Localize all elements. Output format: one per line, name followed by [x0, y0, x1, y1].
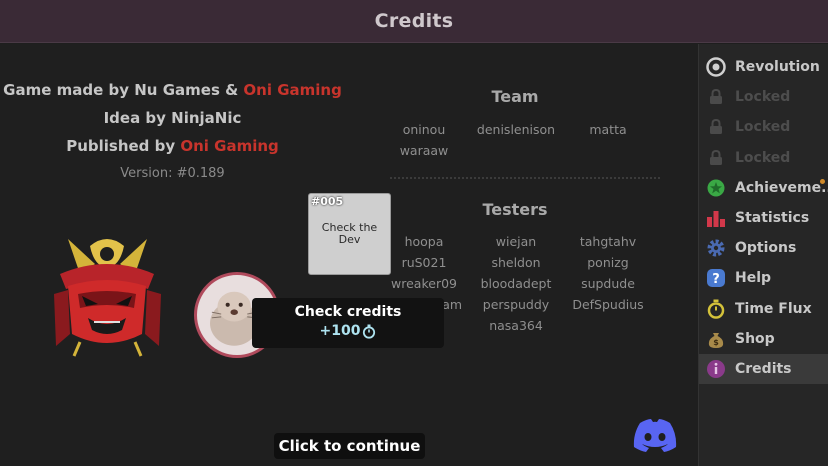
reward-amount: +100	[319, 323, 361, 339]
name-entry: sheldon	[491, 255, 541, 270]
svg-text:?: ?	[712, 272, 720, 287]
published-text: Published by	[66, 137, 181, 155]
gear-icon	[705, 237, 727, 259]
sidebar-item-options[interactable]: Options	[699, 233, 828, 263]
toast-title: Check credits	[294, 304, 402, 320]
publisher-link[interactable]: Oni Gaming	[180, 137, 278, 155]
notification-dot	[820, 178, 825, 184]
name-entry: DefSpudius	[572, 297, 644, 312]
name-entry: wreaker09	[391, 276, 457, 291]
achievement-number: #005	[311, 195, 344, 208]
sidebar-item-locked: Locked	[699, 112, 828, 142]
money-bag-icon: $	[705, 328, 727, 350]
info-icon	[705, 358, 727, 380]
name-entry: tahgtahv	[579, 234, 637, 249]
sidebar-item-shop[interactable]: $ Shop	[699, 324, 828, 354]
testers-title: Testers	[482, 200, 548, 219]
sidebar-item-label: Achieveme...	[735, 179, 828, 196]
sidebar-menu: Revolution Locked Locked Locked Achieveme...…	[699, 52, 828, 385]
top-bar: Credits	[0, 0, 828, 43]
sidebar-item-locked: Locked	[699, 82, 828, 112]
version-text: Version: #0.189	[120, 166, 225, 181]
idea-line: Idea by NinjaNic	[103, 109, 242, 127]
name-entry: nasa364	[489, 318, 543, 333]
oni-gaming-link[interactable]: Oni Gaming	[243, 81, 341, 99]
toast-reward: +100	[252, 323, 444, 339]
name-entry: supdude	[581, 276, 635, 291]
name-entry: wiejan	[495, 234, 537, 249]
name-entry: matta	[589, 122, 627, 137]
discord-icon[interactable]	[632, 417, 678, 453]
sidebar-item-achieveme[interactable]: Achieveme...	[699, 173, 828, 203]
sidebar-item-statistics[interactable]: Statistics	[699, 203, 828, 233]
name-entry: waraaw	[399, 143, 449, 158]
question-icon: ?	[705, 267, 727, 289]
samurai-helmet-icon	[54, 239, 161, 357]
sidebar-item-label: Locked	[735, 119, 791, 136]
made-by-line: Game made by Nu Games & Oni Gaming	[0, 76, 345, 104]
continue-button[interactable]: Click to continue	[274, 433, 425, 459]
name-entry: hoopa	[404, 234, 444, 249]
lock-icon	[705, 86, 727, 108]
credits-panel: Game made by Nu Games & Oni Gaming Idea …	[0, 44, 698, 466]
sidebar-item-revolution[interactable]: Revolution	[699, 52, 828, 82]
sidebar-item-time-flux[interactable]: Time Flux	[699, 294, 828, 324]
team-title: Team	[491, 87, 539, 106]
bar-chart-icon	[705, 207, 727, 229]
target-icon	[705, 56, 727, 78]
achievement-card[interactable]: #005 Check the Dev	[308, 193, 391, 275]
stopwatch-icon	[363, 324, 376, 339]
sidebar-item-label: Help	[735, 270, 772, 287]
sidebar-item-credits[interactable]: Credits	[699, 353, 828, 385]
sidebar-item-label: Shop	[735, 330, 775, 347]
team-list: oninou denislenison matta waraaw	[378, 122, 654, 158]
sidebar-item-help[interactable]: ? Help	[699, 263, 828, 293]
reward-toast: Check credits +100	[252, 298, 444, 348]
name-entry: ruS021	[401, 255, 447, 270]
achievement-text: Check the Dev	[321, 221, 378, 246]
name-entry: ponizg	[587, 255, 629, 270]
name-entry: bloodadept	[480, 276, 552, 291]
sidebar-item-label: Options	[735, 240, 797, 257]
sidebar-item-locked: Locked	[699, 143, 828, 173]
page-title: Credits	[374, 10, 454, 32]
name-entry: oninou	[402, 122, 446, 137]
published-line: Published by Oni Gaming	[0, 132, 345, 160]
lock-icon	[705, 147, 727, 169]
made-by-text: Game made by Nu Games &	[3, 81, 244, 99]
lock-icon	[705, 116, 727, 138]
sidebar-item-label: Time Flux	[735, 300, 812, 317]
medal-icon	[705, 177, 727, 199]
divider	[390, 177, 660, 179]
credits-info: Game made by Nu Games & Oni Gaming Idea …	[0, 76, 345, 188]
sidebar-item-label: Statistics	[735, 210, 810, 227]
sidebar-item-label: Locked	[735, 89, 791, 106]
svg-text:$: $	[713, 338, 719, 347]
sidebar-item-label: Locked	[735, 149, 791, 166]
sidebar-item-label: Credits	[735, 360, 792, 377]
stopwatch-icon	[705, 298, 727, 320]
name-entry: perspuddy	[482, 297, 550, 312]
sidebar-item-label: Revolution	[735, 59, 820, 76]
sidebar: Revolution Locked Locked Locked Achieveme...…	[698, 44, 828, 466]
name-entry: denislenison	[476, 122, 556, 137]
